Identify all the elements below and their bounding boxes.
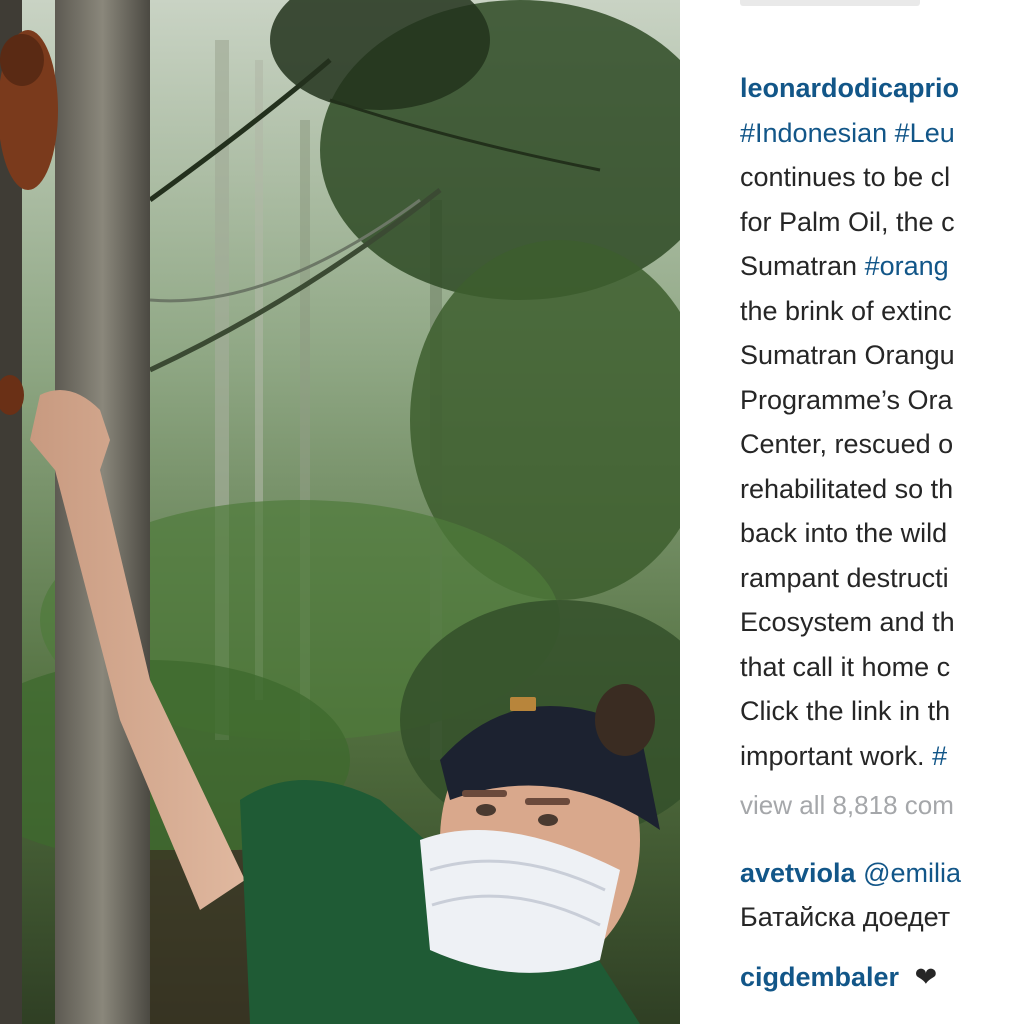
caption-line: Click the link in th [740,696,951,726]
jungle-photo-illustration [0,0,680,1024]
caption-line: that call it home c [740,651,951,682]
hashtag-link[interactable]: #Indonesian [740,118,887,148]
caption-line: for Palm Oil, the c [740,206,955,237]
caption-line: important work. # [740,740,948,771]
caption-line: Programme’s Ora [740,384,953,415]
comment-mention[interactable]: @emilia [863,858,961,888]
caption-line: Sumatran Orangu [740,340,955,370]
comment-username[interactable]: cigdembaler [740,962,899,992]
comment-text: Батайска доедет [740,902,951,932]
caption-line: continues to be cl [740,162,951,192]
post-author-username[interactable]: leonardodicaprio [740,73,959,103]
caption-line: the brink of extinc [740,295,952,326]
view-all-comments-link[interactable]: view all 8,818 com [740,790,954,821]
hashtag-link[interactable]: #orang [865,251,949,281]
post-caption: leonardodicaprio #Indonesian #Leu contin… [740,66,1024,778]
heart-icon: ❤ [914,962,938,992]
post-photo[interactable] [0,0,680,1024]
caption-line: Ecosystem and th [740,607,955,637]
hashtag-link[interactable]: #Leu [895,118,955,148]
caption-line: back into the wild [740,518,948,548]
caption-line: rampant destructi [740,562,949,593]
caption-line: rehabilitated so th [740,473,954,504]
comment-item: cigdembaler ❤ [740,955,1024,999]
caption-panel: leonardodicaprio #Indonesian #Leu contin… [680,0,1024,1024]
comment-item: avetviola @emilia Батайска доедет [740,851,1024,939]
caption-line: #Indonesian #Leu [740,111,1024,156]
cropped-text-fragment [740,0,920,6]
comment-username[interactable]: avetviola [740,858,856,888]
hashtag-link[interactable]: # [932,741,947,771]
caption-line: Sumatran #orang [740,251,949,281]
caption-line: Center, rescued o [740,429,954,459]
